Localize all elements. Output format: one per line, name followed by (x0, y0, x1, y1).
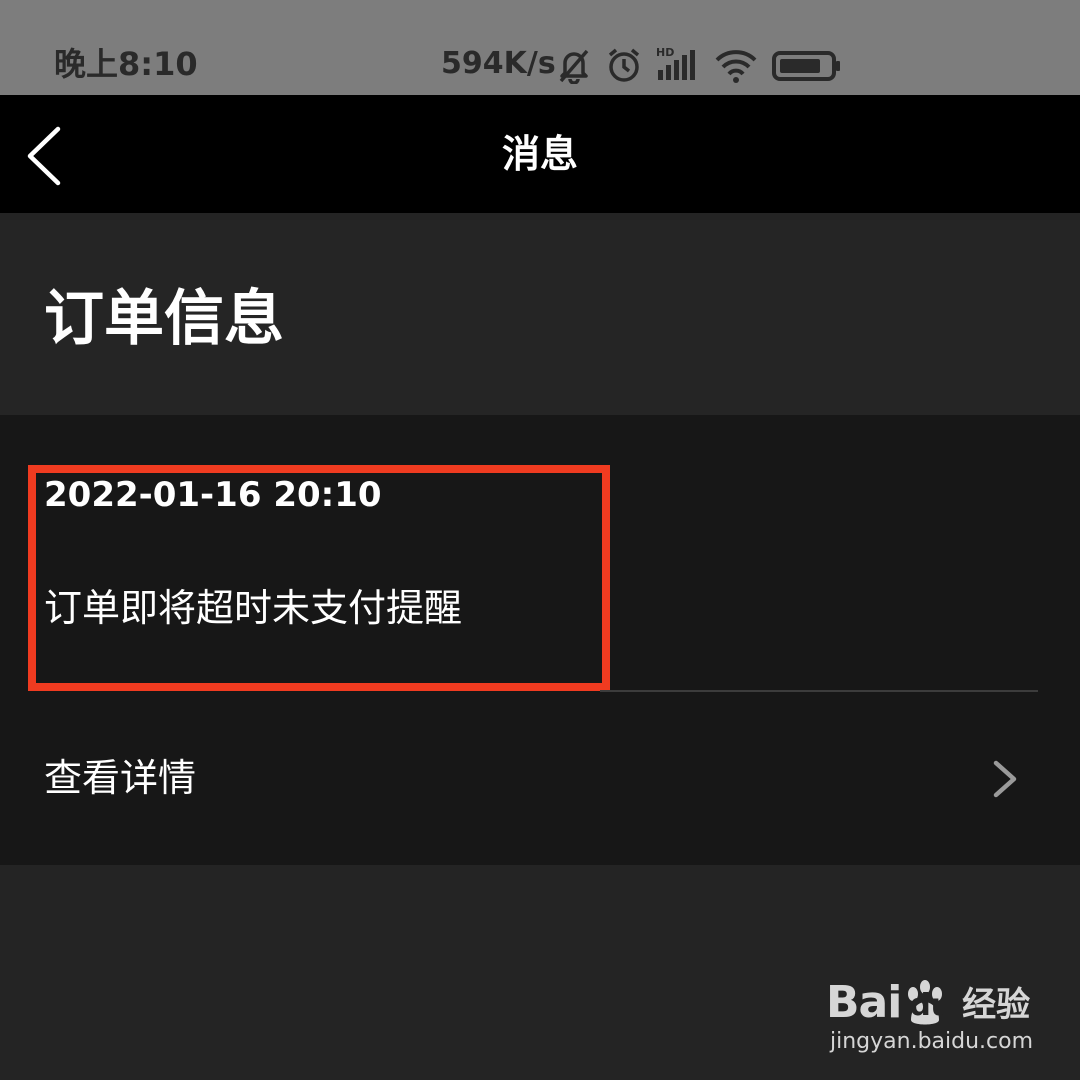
message-card: 2022-01-16 20:10 订单即将超时未支付提醒 查看详情 (0, 415, 1080, 865)
status-icons: HD (556, 44, 842, 86)
view-details-label: 查看详情 (44, 756, 197, 800)
page-title: 消息 (501, 132, 578, 176)
alarm-icon (608, 48, 640, 82)
hd-signal-icon: HD (656, 46, 695, 80)
status-bar: 晚上8:10 HD 594K/s (0, 0, 1080, 95)
bell-muted-icon (559, 49, 589, 84)
watermark-url: jingyan.baidu.com (830, 1029, 1034, 1054)
watermark-brand-du: du (909, 988, 953, 1023)
watermark-brand-cn: 经验 (962, 985, 1031, 1025)
battery-icon (772, 51, 840, 81)
watermark-logo: Bai du 经验 (826, 962, 1030, 1028)
watermark-brand: Bai (826, 977, 902, 1028)
chevron-right-icon (993, 760, 1017, 798)
wifi-icon (715, 50, 757, 83)
baidu-jingyan-watermark: Bai du 经验 jingyan.baidu.com (826, 962, 1056, 1062)
section-title: 订单信息 (44, 284, 284, 354)
section-header: 订单信息 (0, 220, 1080, 415)
hd-label: HD (656, 46, 674, 59)
highlight-box (28, 465, 610, 691)
nav-bar: 消息 (0, 95, 1080, 213)
view-details-row[interactable]: 查看详情 (0, 705, 1080, 855)
network-speed: 594K/s (441, 46, 556, 81)
divider (600, 690, 1038, 692)
status-time: 晚上8:10 (54, 45, 198, 83)
